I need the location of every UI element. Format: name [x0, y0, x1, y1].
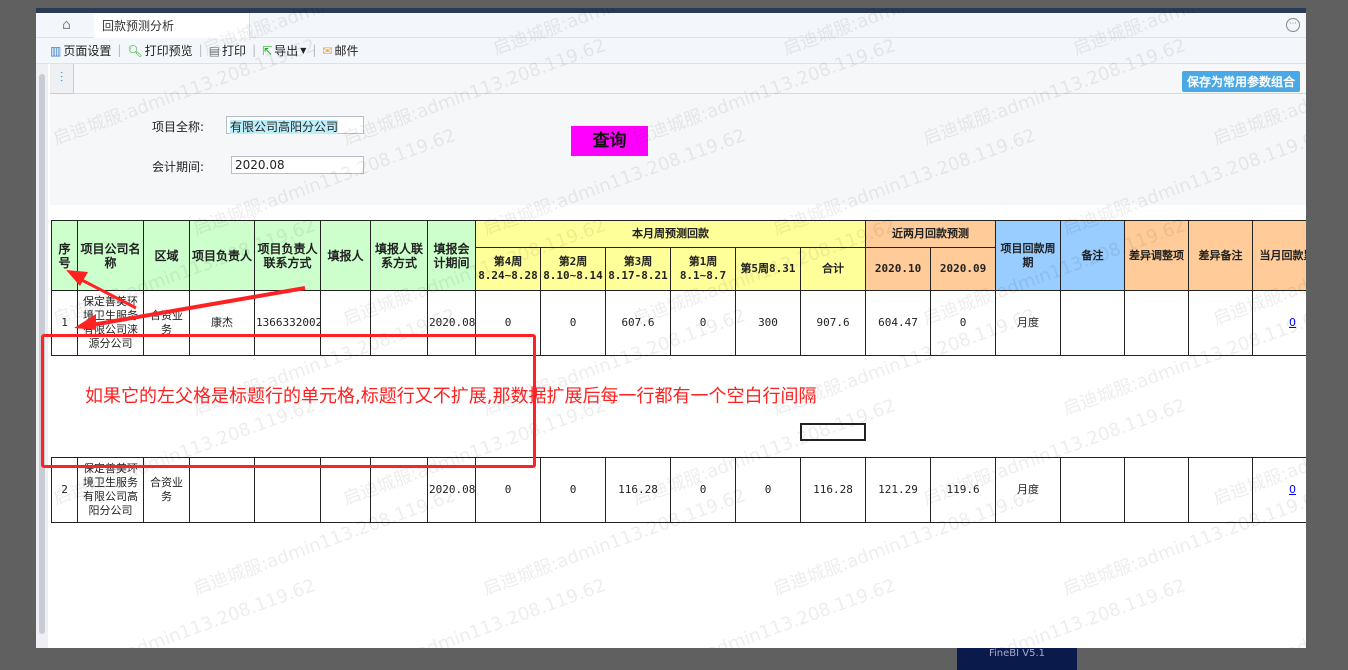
annotation-arrow-icon — [66, 270, 306, 330]
report-window: ⌂ 回款预测分析 ··· ▥ 页面设置 | 🔍︎ 打印预览 | ▤ 打印 | ⇱ 导出 ▼ | ✉… — [36, 8, 1306, 648]
background-thumbnail: FineBI V5.1 — [957, 648, 1077, 670]
